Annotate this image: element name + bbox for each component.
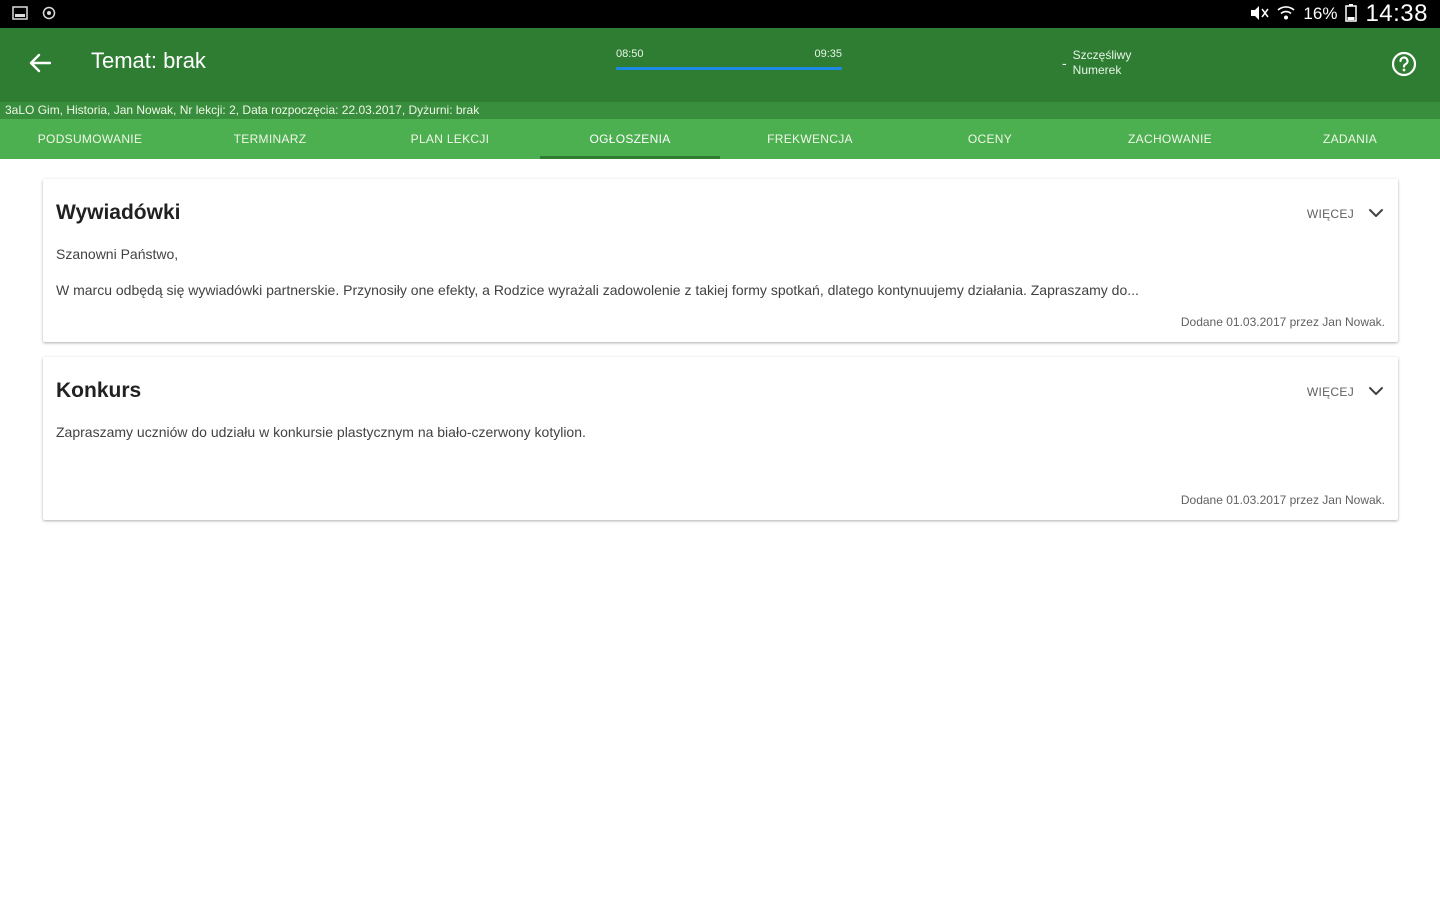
- tab-podsumowanie[interactable]: PODSUMOWANIE: [0, 119, 180, 159]
- announcement-title: Wywiadówki: [56, 201, 181, 224]
- tab-frekwencja[interactable]: FREKWENCJA: [720, 119, 900, 159]
- lesson-end-time: 09:35: [814, 48, 842, 60]
- lesson-info-strip: 3aLO Gim, Historia, Jan Nowak, Nr lekcji…: [0, 102, 1440, 119]
- lucky-number-value: -: [1062, 55, 1067, 71]
- status-time: 14:38: [1365, 0, 1428, 27]
- lesson-progress-track: [616, 67, 842, 70]
- announcement-card: Wywiadówki WIĘCEJ Szanowni Państwo, W ma…: [43, 179, 1398, 342]
- announcement-body: W marcu odbędą się wywiadówki partnerski…: [56, 282, 1139, 298]
- announcement-body: Zapraszamy uczniów do udziału w konkursi…: [56, 424, 586, 440]
- tab-zadania[interactable]: ZADANIA: [1260, 119, 1440, 159]
- tab-bar: PODSUMOWANIE TERMINARZ PLAN LEKCJI OGŁOS…: [0, 119, 1440, 159]
- tab-zachowanie[interactable]: ZACHOWANIE: [1080, 119, 1260, 159]
- lesson-time-bar: 08:50 09:35: [616, 48, 842, 78]
- more-button[interactable]: WIĘCEJ: [1307, 383, 1384, 401]
- chevron-down-icon: [1368, 205, 1384, 223]
- more-label: WIĘCEJ: [1306, 385, 1354, 399]
- wifi-icon: [1277, 5, 1295, 23]
- lucky-number: - Szczęśliwy Numerek: [1062, 48, 1153, 78]
- arrow-left-icon: [29, 53, 52, 78]
- tab-ogloszenia[interactable]: OGŁOSZENIA: [540, 119, 720, 159]
- settings-notification-icon: [42, 6, 56, 22]
- status-bar: 16% 14:38: [0, 0, 1440, 28]
- battery-percent: 16%: [1303, 4, 1338, 23]
- battery-icon: [1345, 4, 1358, 24]
- tab-plan-lekcji[interactable]: PLAN LEKCJI: [360, 119, 540, 159]
- lesson-start-time: 08:50: [616, 48, 644, 60]
- help-circle-icon: [1390, 51, 1418, 82]
- app-bar: Temat: brak 08:50 09:35 - Szczęśliwy Num…: [0, 28, 1440, 102]
- tab-oceny[interactable]: OCENY: [900, 119, 1080, 159]
- announcement-title: Konkurs: [56, 379, 142, 402]
- help-button[interactable]: [1390, 50, 1418, 78]
- gallery-notification-icon: [12, 6, 28, 22]
- announcement-meta: Dodane 01.03.2017 przez Jan Nowak.: [1180, 493, 1385, 507]
- more-label: WIĘCEJ: [1306, 207, 1354, 221]
- announcement-meta: Dodane 01.03.2017 przez Jan Nowak.: [1180, 315, 1385, 329]
- lucky-number-label: Szczęśliwy Numerek: [1072, 48, 1132, 77]
- back-button[interactable]: [22, 48, 58, 82]
- mute-icon: [1249, 5, 1270, 23]
- tab-terminarz[interactable]: TERMINARZ: [180, 119, 360, 159]
- more-button[interactable]: WIĘCEJ: [1307, 205, 1384, 223]
- page-title: Temat: brak: [91, 48, 206, 73]
- announcement-card: Konkurs WIĘCEJ Zapraszamy uczniów do udz…: [43, 357, 1398, 520]
- announcement-greeting: Szanowni Państwo,: [56, 246, 179, 262]
- status-left: [12, 6, 56, 22]
- chevron-down-icon: [1368, 383, 1384, 401]
- status-right: 16% 14:38: [1249, 0, 1428, 28]
